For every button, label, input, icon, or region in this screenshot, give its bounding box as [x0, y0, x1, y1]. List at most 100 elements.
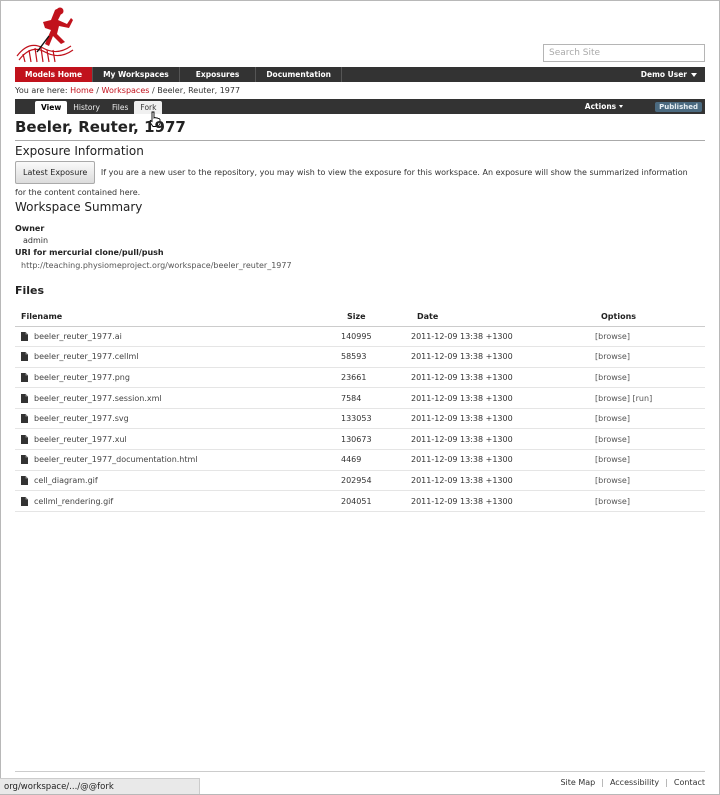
file-options-cell: [browse]: [595, 449, 705, 471]
file-name-cell: cellml_rendering.gif: [15, 490, 341, 512]
file-icon: [21, 393, 28, 403]
uri-value: http://teaching.physiomeproject.org/work…: [21, 261, 292, 270]
file-name-cell: beeler_reuter_1977.ai: [15, 326, 341, 348]
breadcrumb-home-link[interactable]: Home: [70, 86, 94, 95]
file-name-cell: beeler_reuter_1977.session.xml: [15, 387, 341, 409]
file-size-cell: 140995: [341, 326, 411, 348]
footer-divider: [15, 771, 705, 772]
breadcrumb: You are here: Home / Workspaces / Beeler…: [15, 86, 240, 95]
file-link[interactable]: beeler_reuter_1977.session.xml: [34, 394, 162, 403]
nav-my-workspaces[interactable]: My Workspaces: [93, 67, 180, 82]
file-icon: [21, 414, 28, 424]
main-nav: Models Home My Workspaces Exposures Docu…: [15, 67, 705, 82]
tab-view[interactable]: View: [35, 101, 68, 114]
browse-link[interactable]: [browse]: [595, 497, 630, 506]
breadcrumb-prefix: You are here:: [15, 86, 68, 95]
file-link[interactable]: beeler_reuter_1977.xul: [34, 435, 127, 444]
browser-status-bar: org/workspace/.../@@fork: [0, 778, 200, 794]
file-date-cell: 2011-12-09 13:38 +1300: [411, 449, 595, 471]
browse-link[interactable]: [browse]: [595, 394, 630, 403]
file-size-cell: 133053: [341, 408, 411, 430]
file-name-cell: beeler_reuter_1977.cellml: [15, 346, 341, 368]
workspace-summary-heading: Workspace Summary: [15, 200, 143, 214]
user-menu[interactable]: Demo User: [635, 67, 705, 82]
file-icon: [21, 331, 28, 341]
breadcrumb-current: Beeler, Reuter, 1977: [157, 86, 241, 95]
breadcrumb-separator: /: [151, 86, 155, 95]
table-row: cell_diagram.gif 202954 2011-12-09 13:38…: [15, 470, 705, 492]
footer-link-accessibility[interactable]: Accessibility: [610, 778, 659, 787]
page-title: Beeler, Reuter, 1977: [15, 118, 705, 141]
actions-menu[interactable]: Actions: [584, 102, 624, 111]
breadcrumb-separator: /: [96, 86, 99, 95]
browse-link[interactable]: [browse]: [595, 435, 630, 444]
footer-link-contact[interactable]: Contact: [674, 778, 705, 787]
file-date-cell: 2011-12-09 13:38 +1300: [411, 387, 595, 409]
file-options-cell: [browse]: [595, 490, 705, 512]
file-link[interactable]: beeler_reuter_1977_documentation.html: [34, 455, 198, 464]
file-icon: [21, 475, 28, 485]
file-size-cell: 130673: [341, 428, 411, 451]
table-row: beeler_reuter_1977.session.xml 7584 2011…: [15, 387, 705, 409]
table-row: beeler_reuter_1977.svg 133053 2011-12-09…: [15, 408, 705, 430]
status-badge: Published: [655, 101, 702, 112]
file-link[interactable]: beeler_reuter_1977.cellml: [34, 352, 139, 361]
file-size-cell: 4469: [341, 449, 411, 471]
tab-history[interactable]: History: [67, 101, 106, 114]
file-link[interactable]: beeler_reuter_1977.png: [34, 373, 130, 382]
file-link[interactable]: beeler_reuter_1977.svg: [34, 414, 129, 423]
file-name-cell: beeler_reuter_1977.png: [15, 367, 341, 389]
file-date-cell: 2011-12-09 13:38 +1300: [411, 428, 595, 451]
nav-models-home[interactable]: Models Home: [15, 67, 94, 82]
exposure-heading: Exposure Information: [15, 144, 144, 158]
files-table: Filename Size Date Options beeler_reuter…: [15, 307, 705, 512]
file-name-cell: beeler_reuter_1977.svg: [15, 408, 341, 430]
file-icon: [21, 496, 28, 506]
browse-link[interactable]: [browse]: [595, 332, 630, 341]
file-date-cell: 2011-12-09 13:38 +1300: [411, 408, 595, 430]
exposure-text: If you are a new user to the repository,…: [15, 168, 688, 197]
nav-documentation[interactable]: Documentation: [256, 67, 343, 82]
file-icon: [21, 434, 28, 444]
table-row: beeler_reuter_1977_documentation.html 44…: [15, 449, 705, 471]
browse-link[interactable]: [browse]: [595, 414, 630, 423]
file-options-cell: [browse]: [595, 326, 705, 348]
run-link[interactable]: [run]: [633, 394, 653, 403]
file-link[interactable]: beeler_reuter_1977.ai: [34, 332, 122, 341]
search-input[interactable]: [543, 44, 705, 62]
table-row: beeler_reuter_1977.xul 130673 2011-12-09…: [15, 428, 705, 451]
tab-files[interactable]: Files: [106, 101, 134, 114]
file-icon: [21, 372, 28, 382]
uri-label: URI for mercurial clone/pull/push: [15, 248, 164, 257]
owner-label: Owner: [15, 224, 45, 233]
content-tabs: View History Files Fork Actions Publishe…: [15, 99, 705, 114]
file-icon: [21, 352, 28, 362]
file-name-cell: beeler_reuter_1977_documentation.html: [15, 449, 341, 471]
browse-link[interactable]: [browse]: [595, 455, 630, 464]
file-date-cell: 2011-12-09 13:38 +1300: [411, 367, 595, 389]
table-row: cellml_rendering.gif 204051 2011-12-09 1…: [15, 490, 705, 512]
file-size-cell: 58593: [341, 346, 411, 368]
latest-exposure-button[interactable]: Latest Exposure: [15, 161, 96, 184]
file-options-cell: [browse] [run]: [595, 387, 705, 409]
file-options-cell: [browse]: [595, 346, 705, 368]
footer-links: Site Map | Accessibility | Contact: [560, 778, 705, 787]
file-size-cell: 204051: [341, 490, 411, 512]
files-table-header: Filename Size Date Options: [15, 307, 705, 327]
footer-separator: |: [665, 778, 668, 787]
file-link[interactable]: cell_diagram.gif: [34, 476, 98, 485]
browse-link[interactable]: [browse]: [595, 352, 630, 361]
breadcrumb-workspaces-link[interactable]: Workspaces: [102, 86, 150, 95]
site-logo[interactable]: [15, 6, 81, 64]
nav-exposures[interactable]: Exposures: [180, 67, 257, 82]
browse-link[interactable]: [browse]: [595, 476, 630, 485]
browse-link[interactable]: [browse]: [595, 373, 630, 382]
file-options-cell: [browse]: [595, 428, 705, 451]
actions-label: Actions: [584, 102, 617, 111]
footer-link-site-map[interactable]: Site Map: [560, 778, 595, 787]
file-link[interactable]: cellml_rendering.gif: [34, 497, 113, 506]
col-options: Options: [595, 307, 705, 327]
table-row: beeler_reuter_1977.png 23661 2011-12-09 …: [15, 367, 705, 389]
file-options-cell: [browse]: [595, 408, 705, 430]
col-size: Size: [341, 307, 411, 327]
